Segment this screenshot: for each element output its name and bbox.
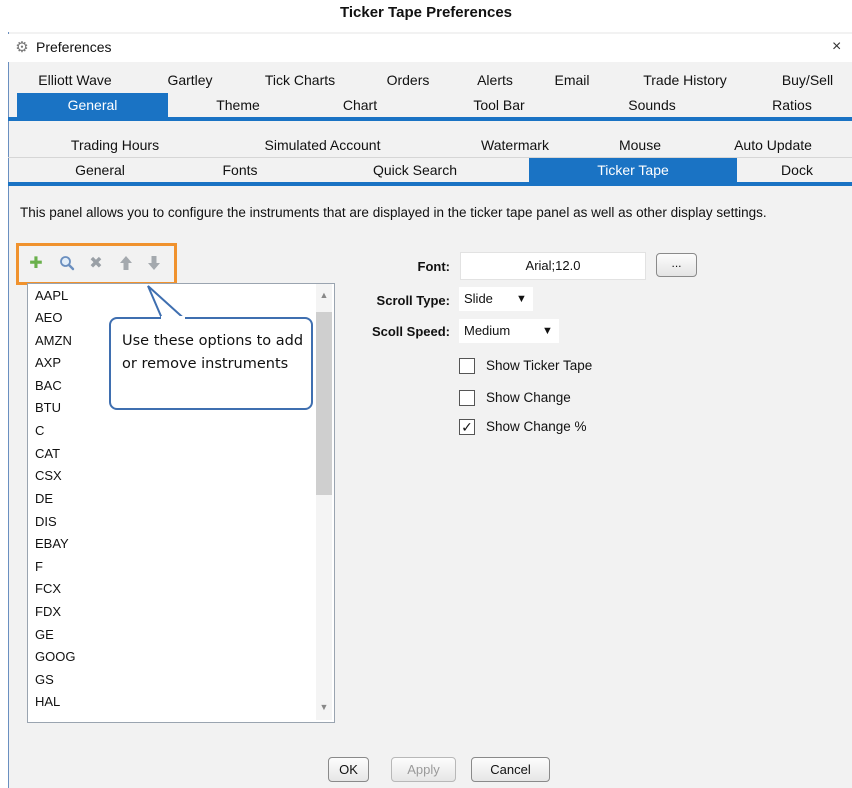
- show-ticker-tape-label: Show Ticker Tape: [486, 358, 593, 373]
- toolbar-highlight: [16, 243, 177, 285]
- tab-sounds[interactable]: Sounds: [612, 93, 692, 117]
- list-item[interactable]: DE: [35, 491, 53, 506]
- tab-fonts[interactable]: Fonts: [200, 158, 280, 182]
- scroll-speed-label: Scoll Speed:: [371, 324, 450, 339]
- scroll-speed-value: Medium: [464, 323, 511, 338]
- tab-buy-sell[interactable]: Buy/Sell: [765, 68, 850, 92]
- tab-orders[interactable]: Orders: [368, 68, 448, 92]
- tab-strip-underline: [8, 117, 852, 121]
- chevron-down-icon: ▼: [542, 325, 553, 337]
- scrollbar-thumb[interactable]: [316, 312, 332, 495]
- panel-description: This panel allows you to configure the i…: [20, 205, 767, 220]
- list-item[interactable]: AEO: [35, 310, 62, 325]
- tab-chart[interactable]: Chart: [320, 93, 400, 117]
- callout-text: Use these options to add or remove instr…: [122, 333, 304, 372]
- tab-general-sub[interactable]: General: [60, 158, 140, 182]
- chevron-down-icon: ▼: [516, 293, 527, 305]
- list-item[interactable]: F: [35, 559, 43, 574]
- list-item[interactable]: HAL: [35, 694, 60, 709]
- list-item[interactable]: EBAY: [35, 536, 69, 551]
- tab-trade-history[interactable]: Trade History: [620, 68, 750, 92]
- list-item[interactable]: CAT: [35, 446, 60, 461]
- show-ticker-tape-checkbox[interactable]: [459, 358, 475, 374]
- tab-general[interactable]: General: [17, 93, 168, 117]
- tab-ticker-tape[interactable]: Ticker Tape: [529, 158, 737, 182]
- apply-button[interactable]: Apply: [391, 757, 456, 782]
- cancel-button[interactable]: Cancel: [471, 757, 550, 782]
- list-item[interactable]: GS: [35, 672, 54, 687]
- font-label: Font:: [417, 259, 450, 274]
- tab-dock[interactable]: Dock: [757, 158, 837, 182]
- list-item[interactable]: AXP: [35, 355, 61, 370]
- tab-quick-search[interactable]: Quick Search: [360, 158, 470, 182]
- window-title: Preferences: [36, 39, 112, 55]
- tab-watermark[interactable]: Watermark: [460, 133, 570, 157]
- ok-button[interactable]: OK: [328, 757, 369, 782]
- tab-trading-hours[interactable]: Trading Hours: [50, 133, 180, 157]
- scroll-type-select[interactable]: Slide ▼: [459, 287, 533, 311]
- list-item[interactable]: GOOG: [35, 649, 75, 664]
- tab-auto-update[interactable]: Auto Update: [718, 133, 828, 157]
- callout-pointer-join: [161, 316, 185, 319]
- tab-simulated-account[interactable]: Simulated Account: [245, 133, 400, 157]
- scroll-speed-select[interactable]: Medium ▼: [459, 319, 559, 343]
- scroll-up-icon[interactable]: ▲: [318, 289, 330, 301]
- tab-gartley[interactable]: Gartley: [150, 68, 230, 92]
- tab-tool-bar[interactable]: Tool Bar: [459, 93, 539, 117]
- show-change-label: Show Change: [486, 390, 571, 405]
- show-change-checkbox[interactable]: [459, 390, 475, 406]
- list-item[interactable]: AMZN: [35, 333, 72, 348]
- scroll-down-icon[interactable]: ▼: [318, 701, 330, 713]
- tab-elliott-wave[interactable]: Elliott Wave: [20, 68, 130, 92]
- list-item[interactable]: AAPL: [35, 288, 68, 303]
- tab-alerts[interactable]: Alerts: [455, 68, 535, 92]
- list-item[interactable]: GE: [35, 627, 54, 642]
- close-icon[interactable]: ×: [832, 38, 841, 56]
- title-bar: [8, 34, 852, 62]
- sub-tab-strip-underline: [8, 182, 852, 186]
- show-change-pct-label: Show Change %: [486, 419, 587, 434]
- list-item[interactable]: BAC: [35, 378, 62, 393]
- font-field[interactable]: Arial;12.0: [460, 252, 646, 280]
- show-change-pct-checkbox[interactable]: ✓: [459, 419, 475, 435]
- tab-ratios[interactable]: Ratios: [752, 93, 832, 117]
- tab-theme[interactable]: Theme: [198, 93, 278, 117]
- scroll-type-label: Scroll Type:: [376, 293, 450, 308]
- list-item[interactable]: FCX: [35, 581, 61, 596]
- list-item[interactable]: FDX: [35, 604, 61, 619]
- list-item[interactable]: C: [35, 423, 44, 438]
- tab-email[interactable]: Email: [532, 68, 612, 92]
- page-caption: Ticker Tape Preferences: [339, 4, 513, 21]
- scroll-type-value: Slide: [464, 291, 493, 306]
- list-item[interactable]: CSX: [35, 468, 62, 483]
- list-item[interactable]: BTU: [35, 400, 61, 415]
- list-item[interactable]: DIS: [35, 514, 57, 529]
- checkmark-icon: ✓: [461, 419, 473, 435]
- font-chooser-button[interactable]: ...: [656, 253, 697, 277]
- tab-tick-charts[interactable]: Tick Charts: [245, 68, 355, 92]
- tab-mouse[interactable]: Mouse: [600, 133, 680, 157]
- gear-icon: ⚙: [15, 39, 29, 56]
